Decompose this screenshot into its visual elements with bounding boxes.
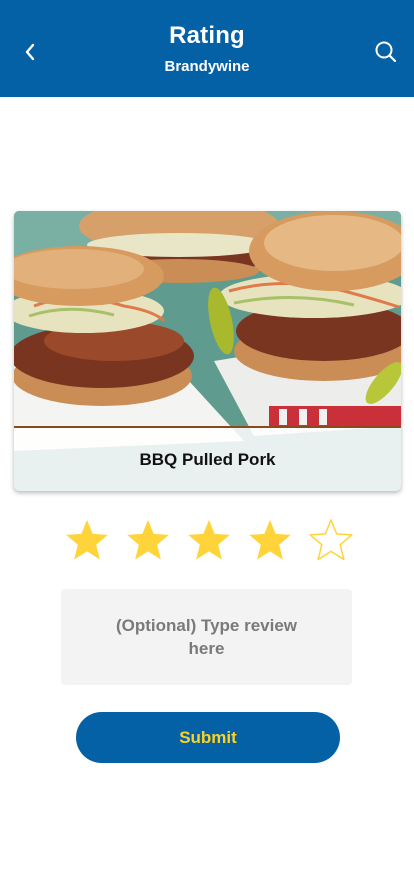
search-button[interactable] — [370, 36, 402, 68]
star-icon-filled[interactable] — [64, 517, 110, 563]
location-subtitle: Brandywine — [164, 58, 250, 75]
menu-item-name: BBQ Pulled Pork — [14, 426, 401, 491]
review-input[interactable]: (Optional) Type review here — [61, 589, 352, 685]
submit-button[interactable]: Submit — [76, 712, 340, 763]
star-icon-empty[interactable] — [308, 517, 354, 563]
menu-item-card: BBQ Pulled Pork — [14, 211, 401, 491]
review-placeholder: (Optional) Type review here — [115, 616, 298, 658]
app-header: Rating Brandywine — [0, 0, 414, 97]
star-icon-filled[interactable] — [125, 517, 171, 563]
page-title: Rating — [169, 22, 245, 49]
star-rating[interactable] — [64, 517, 354, 563]
star-icon-filled[interactable] — [186, 517, 232, 563]
star-icon-filled[interactable] — [247, 517, 293, 563]
search-icon — [375, 41, 397, 63]
